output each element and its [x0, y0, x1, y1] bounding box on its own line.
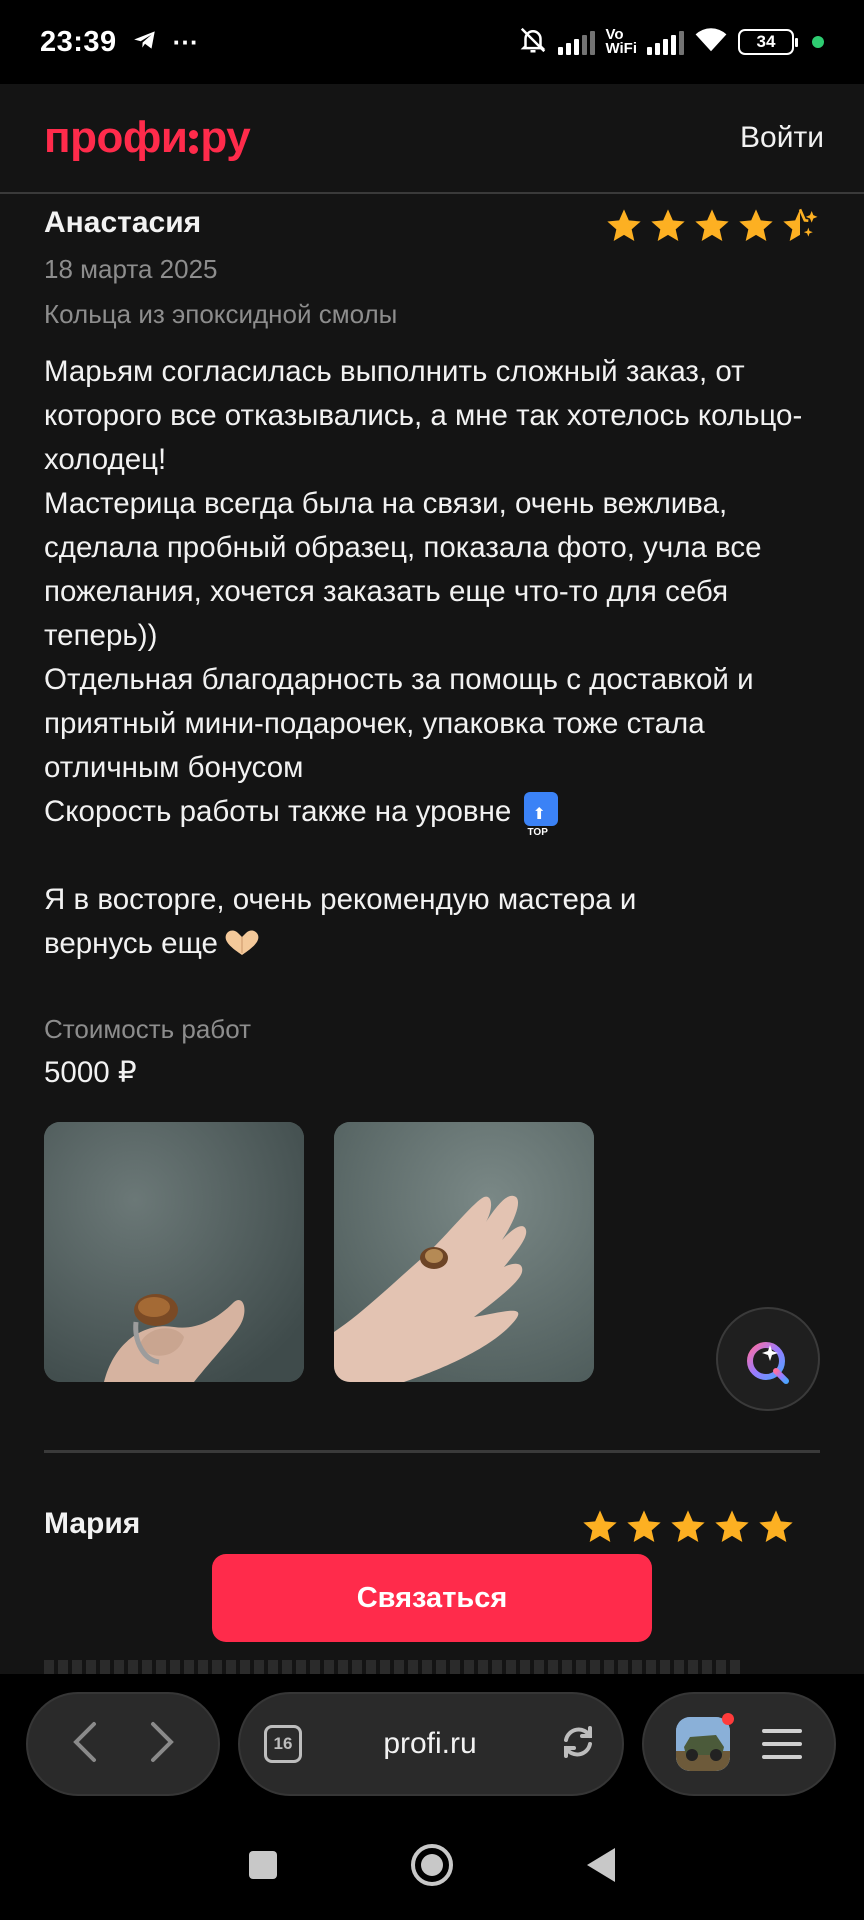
star-icon [651, 209, 685, 241]
star-icon [607, 209, 641, 241]
faded-review-text [44, 1660, 744, 1674]
review-header: Мария [44, 1497, 820, 1543]
heart-hands-emoji-icon [222, 926, 262, 970]
url-text[interactable]: profi.ru [322, 1727, 538, 1761]
signal-2-icon [647, 29, 684, 55]
review-text-end-1: Я в восторге, очень рекомендую мастера и [44, 883, 637, 916]
star-icon [739, 209, 773, 241]
reload-icon[interactable] [558, 1722, 598, 1767]
browser-toolbar: 16 profi.ru [0, 1674, 864, 1814]
logo-part2: ру [200, 113, 251, 162]
wifi-icon [694, 26, 728, 59]
review-photo-2[interactable] [334, 1122, 594, 1382]
vowifi-line2: WiFi [605, 40, 637, 57]
nav-buttons [26, 1692, 220, 1796]
review-text-main: Марьям согласилась выполнить сложный зак… [44, 355, 803, 828]
notification-dot [722, 1713, 734, 1725]
star-icon [583, 1510, 617, 1542]
logo-part1: профи [44, 113, 188, 162]
review-card: Мария [0, 1497, 864, 1543]
more-notifications-icon: ··· [172, 26, 199, 57]
status-left: 23:39 ··· [40, 26, 199, 59]
bell-muted-icon [518, 25, 548, 60]
cost-value: 5000 ₽ [44, 1056, 137, 1089]
assistant-icon [747, 1342, 789, 1384]
status-right: Vo WiFi 34 [518, 25, 824, 60]
status-bar: 23:39 ··· Vo WiFi 34 [0, 0, 864, 84]
profi-logo[interactable]: профи ру [44, 113, 251, 163]
vowifi-icon: Vo WiFi [605, 27, 637, 57]
star-icon [715, 1510, 749, 1542]
status-time: 23:39 [40, 25, 117, 58]
contact-button[interactable]: Связаться [212, 1554, 652, 1642]
home-icon[interactable] [409, 1842, 455, 1893]
profile-avatar[interactable] [676, 1713, 734, 1771]
logo-dots [189, 130, 199, 154]
address-bar[interactable]: 16 profi.ru [238, 1692, 624, 1796]
privacy-indicator-dot [812, 36, 824, 48]
forward-arrow-icon[interactable] [147, 1720, 177, 1769]
system-navigation [0, 1814, 864, 1920]
star-icon [671, 1510, 705, 1542]
site-header: профи ру Войти [0, 84, 864, 194]
review-text: Марьям согласилась выполнить сложный зак… [44, 350, 820, 970]
review-service: Кольца из эпоксидной смолы [44, 299, 398, 329]
avatar-image [676, 1717, 730, 1771]
review-photo-1[interactable] [44, 1122, 304, 1382]
review-author: Анастасия [44, 206, 202, 239]
login-link[interactable]: Войти [740, 121, 824, 155]
star-icon [759, 1510, 793, 1542]
review-text-end-2: вернусь еще [44, 927, 218, 960]
telegram-icon [131, 27, 159, 58]
star-icon [695, 209, 729, 241]
battery-icon: 34 [738, 29, 798, 55]
screen: 23:39 ··· Vo WiFi 34 профи ру Войти Анас… [0, 0, 864, 1920]
tabs-count-button[interactable]: 16 [264, 1725, 302, 1763]
menu-icon[interactable] [762, 1729, 802, 1759]
rating-stars [580, 1507, 796, 1547]
signal-icon [558, 29, 596, 55]
top-emoji-icon [523, 792, 558, 855]
battery-level: 34 [756, 32, 776, 51]
review-card: Анастасия 18 марта 2025 Кольца из эпокси… [0, 196, 864, 1382]
back-icon[interactable] [585, 1846, 617, 1889]
menu-pill [642, 1692, 836, 1796]
rating-stars [604, 206, 820, 246]
star-icon [627, 1510, 661, 1542]
review-divider [44, 1450, 820, 1453]
ai-assistant-button[interactable] [716, 1307, 820, 1411]
review-photos [44, 1122, 820, 1382]
recent-apps-icon[interactable] [247, 1849, 279, 1886]
review-author: Мария [44, 1507, 141, 1540]
half-star-sparkle-icon [783, 208, 818, 241]
review-header: Анастасия [44, 196, 820, 242]
cost-label: Стоимость работ [44, 1014, 251, 1044]
back-arrow-icon[interactable] [70, 1720, 100, 1769]
review-date: 18 марта 2025 [44, 254, 218, 284]
